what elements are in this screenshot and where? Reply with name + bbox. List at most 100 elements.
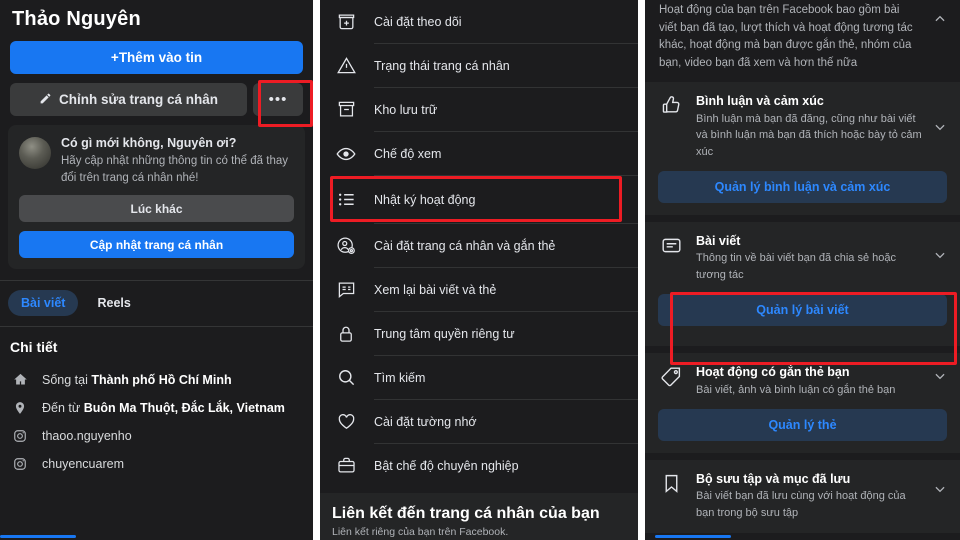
avatar <box>19 137 51 169</box>
section-header[interactable]: Bình luận và cảm xúc Bình luận mà bạn đã… <box>658 93 947 160</box>
thumbs-up-icon <box>658 93 684 116</box>
section-description: Bình luận mà bạn đã đăng, cũng như bài v… <box>696 112 922 158</box>
later-button[interactable]: Lúc khác <box>19 195 294 223</box>
update-card-text: Có gì mới không, Nguyên ơi? Hãy cập nhật… <box>61 135 294 186</box>
update-card-title: Có gì mới không, Nguyên ơi? <box>61 136 237 150</box>
menu-item-professional-mode[interactable]: Bật chế độ chuyên nghiệp <box>320 444 638 487</box>
chevron-up-icon[interactable] <box>933 12 947 29</box>
detail-row-instagram-1[interactable]: thaoo.nguyenho <box>0 422 313 450</box>
menu-item-privacy-center[interactable]: Trung tâm quyền riêng tư <box>320 312 638 355</box>
home-icon <box>10 372 30 387</box>
detail-row-from[interactable]: Đến từ Buôn Ma Thuột, Đắc Lắk, Vietnam <box>0 394 313 422</box>
content-tabs: Bài viết Reels <box>0 281 313 326</box>
chevron-down-icon[interactable] <box>933 120 947 137</box>
footer-title: Liên kết đến trang cá nhân của bạn <box>332 505 600 522</box>
menu-item-profile-status[interactable]: Trạng thái trang cá nhân <box>320 44 638 87</box>
activity-intro: Hoạt động của bạn trên Facebook bao gồm … <box>645 0 960 82</box>
more-options-button[interactable]: ••• <box>253 83 303 116</box>
instagram-icon <box>10 457 30 471</box>
menu-item-label: Nhật ký hoạt động <box>374 192 476 207</box>
panel-separator <box>638 0 645 540</box>
heart-icon <box>334 412 358 431</box>
detail-text: thaoo.nguyenho <box>42 429 132 444</box>
section-text: Bình luận và cảm xúc Bình luận mà bạn đã… <box>696 93 947 160</box>
section-description: Bài viết bạn đã lưu cùng với hoạt động c… <box>696 490 906 519</box>
profile-tag-settings-icon <box>334 236 358 256</box>
manage-comments-reactions-button[interactable]: Quản lý bình luận và cảm xúc <box>658 171 947 204</box>
detail-row-instagram-2[interactable]: chuyencuarem <box>0 450 313 478</box>
settings-menu-panel: Cài đặt theo dõi Trạng thái trang cá nhâ… <box>320 0 638 540</box>
scroll-indicator[interactable] <box>0 535 76 538</box>
section-description: Bài viết, ảnh và bình luận có gắn thẻ bạ… <box>696 383 896 396</box>
section-text: Bộ sưu tập và mục đã lưu Bài viết bạn đã… <box>696 471 947 521</box>
menu-item-label: Cài đặt tường nhớ <box>374 414 477 429</box>
tag-icon <box>658 364 684 387</box>
menu-item-profile-tag-settings[interactable]: Cài đặt trang cá nhân và gắn thẻ <box>320 224 638 267</box>
detail-text: Sống tại Thành phố Hồ Chí Minh <box>42 372 232 387</box>
section-text: Bài viết Thông tin về bài viết bạn đã ch… <box>696 233 947 283</box>
menu-item-activity-log[interactable]: Nhật ký hoạt động <box>320 176 638 223</box>
chevron-down-icon[interactable] <box>933 482 947 499</box>
profile-link-footer[interactable]: Liên kết đến trang cá nhân của bạn Liên … <box>320 493 638 540</box>
section-title: Bài viết <box>696 234 741 249</box>
details-section-title: Chi tiết <box>10 339 58 356</box>
lock-icon <box>334 325 358 343</box>
chevron-down-icon[interactable] <box>933 369 947 386</box>
menu-item-follow-settings[interactable]: Cài đặt theo dõi <box>320 0 638 43</box>
section-title: Hoạt động có gắn thẻ bạn <box>696 365 850 380</box>
briefcase-icon <box>334 456 358 475</box>
menu-item-label: Bật chế độ chuyên nghiệp <box>374 458 519 473</box>
edit-profile-button[interactable]: Chỉnh sửa trang cá nhân <box>10 83 247 116</box>
menu-item-label: Tìm kiếm <box>374 370 426 385</box>
section-header[interactable]: Bộ sưu tập và mục đã lưu Bài viết bạn đã… <box>658 471 947 521</box>
menu-item-label: Trung tâm quyền riêng tư <box>374 326 515 341</box>
profile-update-card: Có gì mới không, Nguyên ơi? Hãy cập nhật… <box>8 125 305 270</box>
chevron-down-icon[interactable] <box>933 248 947 265</box>
panel-separator <box>313 0 320 540</box>
screenshot-root: Thảo Nguyên + Thêm vào tin Chỉnh sửa tra… <box>0 0 960 540</box>
search-icon <box>334 368 358 387</box>
tab-reels[interactable]: Reels <box>84 290 143 316</box>
ellipsis-icon: ••• <box>268 91 288 108</box>
warning-triangle-icon <box>334 56 358 75</box>
section-header[interactable]: Bài viết Thông tin về bài viết bạn đã ch… <box>658 233 947 283</box>
instagram-icon <box>10 429 30 443</box>
menu-item-search[interactable]: Tìm kiếm <box>320 356 638 399</box>
menu-item-archive[interactable]: Kho lưu trữ <box>320 88 638 131</box>
update-card-header: Có gì mới không, Nguyên ơi? Hãy cập nhật… <box>19 135 294 186</box>
section-title: Bình luận và cảm xúc <box>696 94 824 109</box>
section-comments-reactions: Bình luận và cảm xúc Bình luận mà bạn đã… <box>645 82 960 216</box>
add-to-story-label: Thêm vào tin <box>118 50 203 65</box>
section-header[interactable]: Hoạt động có gắn thẻ bạn Bài viết, ảnh v… <box>658 364 947 398</box>
menu-item-label: Chế độ xem <box>374 146 442 161</box>
archive-box-icon <box>334 100 358 119</box>
scroll-indicator[interactable] <box>655 535 731 538</box>
menu-item-label: Cài đặt theo dõi <box>374 14 462 29</box>
review-posts-icon <box>334 280 358 299</box>
section-saved-collections: Bộ sưu tập và mục đã lưu Bài viết bạn đã… <box>645 460 960 534</box>
menu-item-label: Kho lưu trữ <box>374 102 438 117</box>
activity-log-icon <box>334 190 358 209</box>
menu-item-view-mode[interactable]: Chế độ xem <box>320 132 638 175</box>
detail-text: chuyencuarem <box>42 457 124 472</box>
update-profile-button[interactable]: Cập nhật trang cá nhân <box>19 231 294 259</box>
menu-item-memorial-settings[interactable]: Cài đặt tường nhớ <box>320 400 638 443</box>
edit-profile-label: Chỉnh sửa trang cá nhân <box>58 92 219 107</box>
section-posts: Bài viết Thông tin về bài viết bạn đã ch… <box>645 222 960 347</box>
follow-settings-icon <box>334 12 358 31</box>
footer-subtitle: Liên kết riêng của bạn trên Facebook. <box>332 526 509 538</box>
manage-posts-button[interactable]: Quản lý bài viết <box>658 294 947 327</box>
update-card-subtitle: Hãy cập nhật những thông tin có thể đã t… <box>61 154 288 184</box>
intro-text: Hoạt động của bạn trên Facebook bao gồm … <box>659 4 913 69</box>
section-title: Bộ sưu tập và mục đã lưu <box>696 472 851 487</box>
detail-text: Đến từ Buôn Ma Thuột, Đắc Lắk, Vietnam <box>42 401 285 416</box>
detail-row-lives-in[interactable]: Sống tại Thành phố Hồ Chí Minh <box>0 365 313 394</box>
pencil-icon <box>39 92 52 108</box>
add-to-story-button[interactable]: + Thêm vào tin <box>10 41 303 74</box>
menu-item-review-posts[interactable]: Xem lại bài viết và thẻ <box>320 268 638 311</box>
section-tagged-activity: Hoạt động có gắn thẻ bạn Bài viết, ảnh v… <box>645 353 960 454</box>
menu-item-label: Xem lại bài viết và thẻ <box>374 282 497 297</box>
manage-tags-button[interactable]: Quản lý thẻ <box>658 409 947 442</box>
tab-posts[interactable]: Bài viết <box>8 290 79 317</box>
section-description: Thông tin về bài viết bạn đã chia sẻ hoặ… <box>696 252 896 281</box>
